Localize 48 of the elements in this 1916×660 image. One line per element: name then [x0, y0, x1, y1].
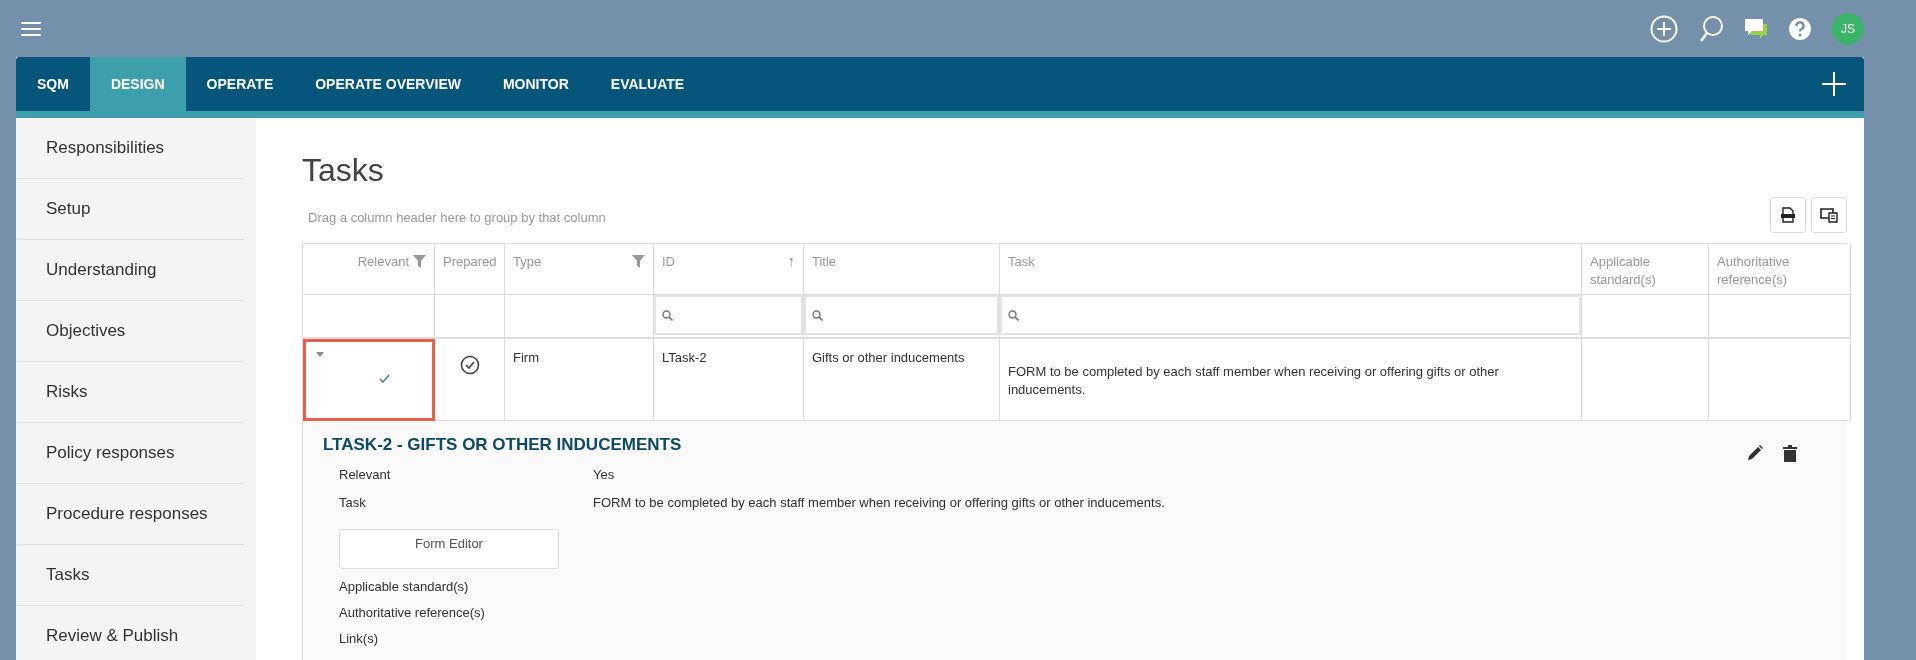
add-icon[interactable] [1822, 72, 1846, 96]
nav-tab[interactable]: MONITOR [481, 57, 590, 111]
nav-tab[interactable]: SQM [16, 57, 90, 111]
form-editor-button[interactable]: Form Editor [339, 529, 559, 569]
field-label: Link(s) [339, 630, 378, 646]
sidebar-item[interactable]: Objectives [16, 301, 244, 362]
trash-icon[interactable] [1783, 445, 1797, 462]
sidebar-item[interactable]: Policy responses [16, 423, 244, 484]
search-icon[interactable] [1698, 14, 1724, 43]
field-label: Applicable standard(s) [339, 578, 469, 594]
caret-down-icon[interactable] [316, 352, 324, 357]
group-by-hint: Drag a column header here to group by that column [307, 210, 606, 225]
table-cell: Firm [513, 350, 539, 365]
columns-icon [1820, 207, 1838, 223]
field-label: Task [339, 495, 367, 512]
sidebar-item[interactable]: Setup [16, 179, 244, 240]
chat-icon[interactable] [1744, 17, 1768, 40]
sidebar-item[interactable]: Risks [16, 362, 244, 423]
help-icon[interactable] [1788, 16, 1812, 41]
search-icon [812, 309, 823, 321]
search-icon [1008, 309, 1019, 321]
nav-tab[interactable]: EVALUATE [589, 57, 706, 111]
field-label: Authoritative reference(s) [339, 604, 485, 620]
page-title: Tasks [302, 152, 385, 189]
detail-title: LTASK-2 - GIFTS OR OTHER INDUCEMENTS [323, 435, 682, 455]
add-icon[interactable] [1650, 14, 1678, 43]
sidebar-item[interactable]: Responsibilities [16, 118, 244, 179]
table-cell: FORM to be completed by each staff member when receiving or offering gifts or other inducements. [1008, 364, 1499, 397]
nav-tab[interactable]: OPERATE [185, 57, 295, 111]
filter-icon[interactable] [413, 255, 426, 268]
nav-tab[interactable]: OPERATE OVERVIEW [294, 57, 482, 111]
sidebar-item[interactable]: Procedure responses [16, 484, 244, 545]
table-cell: Gifts or other inducements [812, 350, 965, 365]
excel-export-button[interactable] [1770, 197, 1806, 233]
table-cell: LTask-2 [662, 350, 707, 365]
field-value: Yes [593, 467, 615, 484]
menu-icon[interactable] [20, 20, 42, 37]
field-value: FORM to be completed by each staff member when receiving or offering gifts or other inducements. [593, 495, 1165, 512]
pencil-icon[interactable] [1747, 445, 1763, 461]
sort-indicator: ↑ [787, 253, 795, 269]
column-chooser-button[interactable] [1811, 197, 1847, 233]
search-icon [662, 309, 673, 321]
table-cell[interactable] [303, 339, 435, 421]
sidebar-item[interactable]: Understanding [16, 240, 244, 301]
sidebar-item[interactable]: Review & Publish [16, 606, 244, 660]
filter-icon[interactable] [632, 255, 645, 268]
field-label: Relevant [339, 467, 392, 484]
sidebar-item[interactable]: Tasks [16, 545, 244, 606]
